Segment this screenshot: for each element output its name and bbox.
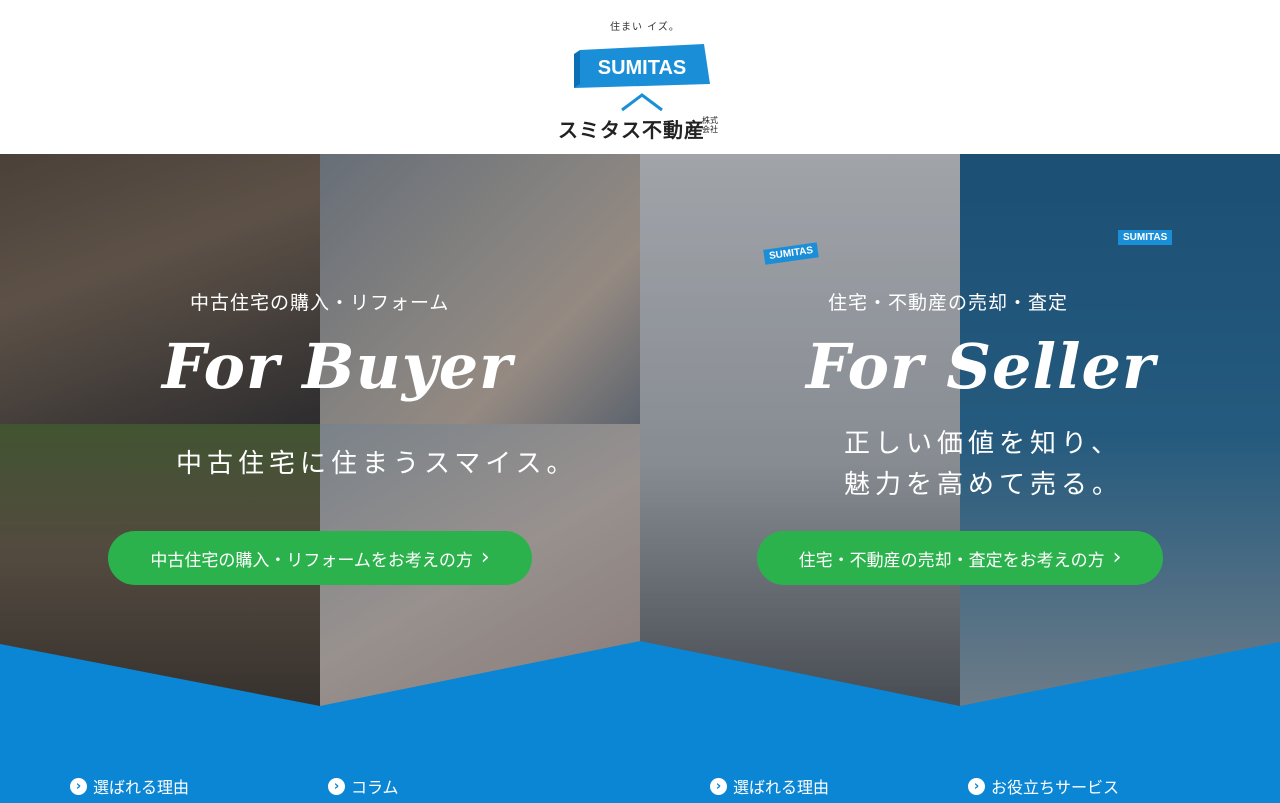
hero-section: SUMITAS SUMITAS 中古住宅の購入・リフォーム For Buyer … (0, 154, 1280, 803)
logo-banner-text: SUMITAS (598, 57, 687, 79)
logo-banner: SUMITAS (574, 44, 710, 88)
site-header: 住まい イズ。 SUMITAS スミタス不動産 株式会社 (0, 0, 1280, 154)
nav-label: コラム (351, 778, 399, 797)
nav-label: お役立ちサービス (991, 778, 1120, 797)
nav-useful-services[interactable]: › お役立ちサービス (968, 774, 1119, 798)
nav-seller-reasons[interactable]: › 選ばれる理由 (710, 774, 829, 798)
logo-company-suffix: 株式会社 (702, 116, 718, 134)
blue-band (0, 641, 1280, 803)
house-roof-icon (621, 93, 663, 112)
logo-tagline: 住まい イズ。 (610, 22, 680, 33)
chevron-circle-icon: › (70, 777, 87, 795)
nav-column[interactable]: › コラム (328, 774, 399, 798)
chevron-circle-icon: › (710, 777, 727, 795)
logo-company-name: スミタス不動産 (558, 118, 705, 142)
site-logo[interactable]: 住まい イズ。 SUMITAS スミタス不動産 株式会社 (556, 16, 726, 142)
chevron-circle-icon: › (328, 777, 345, 795)
nav-label: 選ばれる理由 (93, 778, 190, 797)
nav-buyer-reasons[interactable]: › 選ばれる理由 (70, 774, 189, 798)
chevron-circle-icon: › (968, 777, 985, 795)
nav-label: 選ばれる理由 (733, 778, 830, 797)
